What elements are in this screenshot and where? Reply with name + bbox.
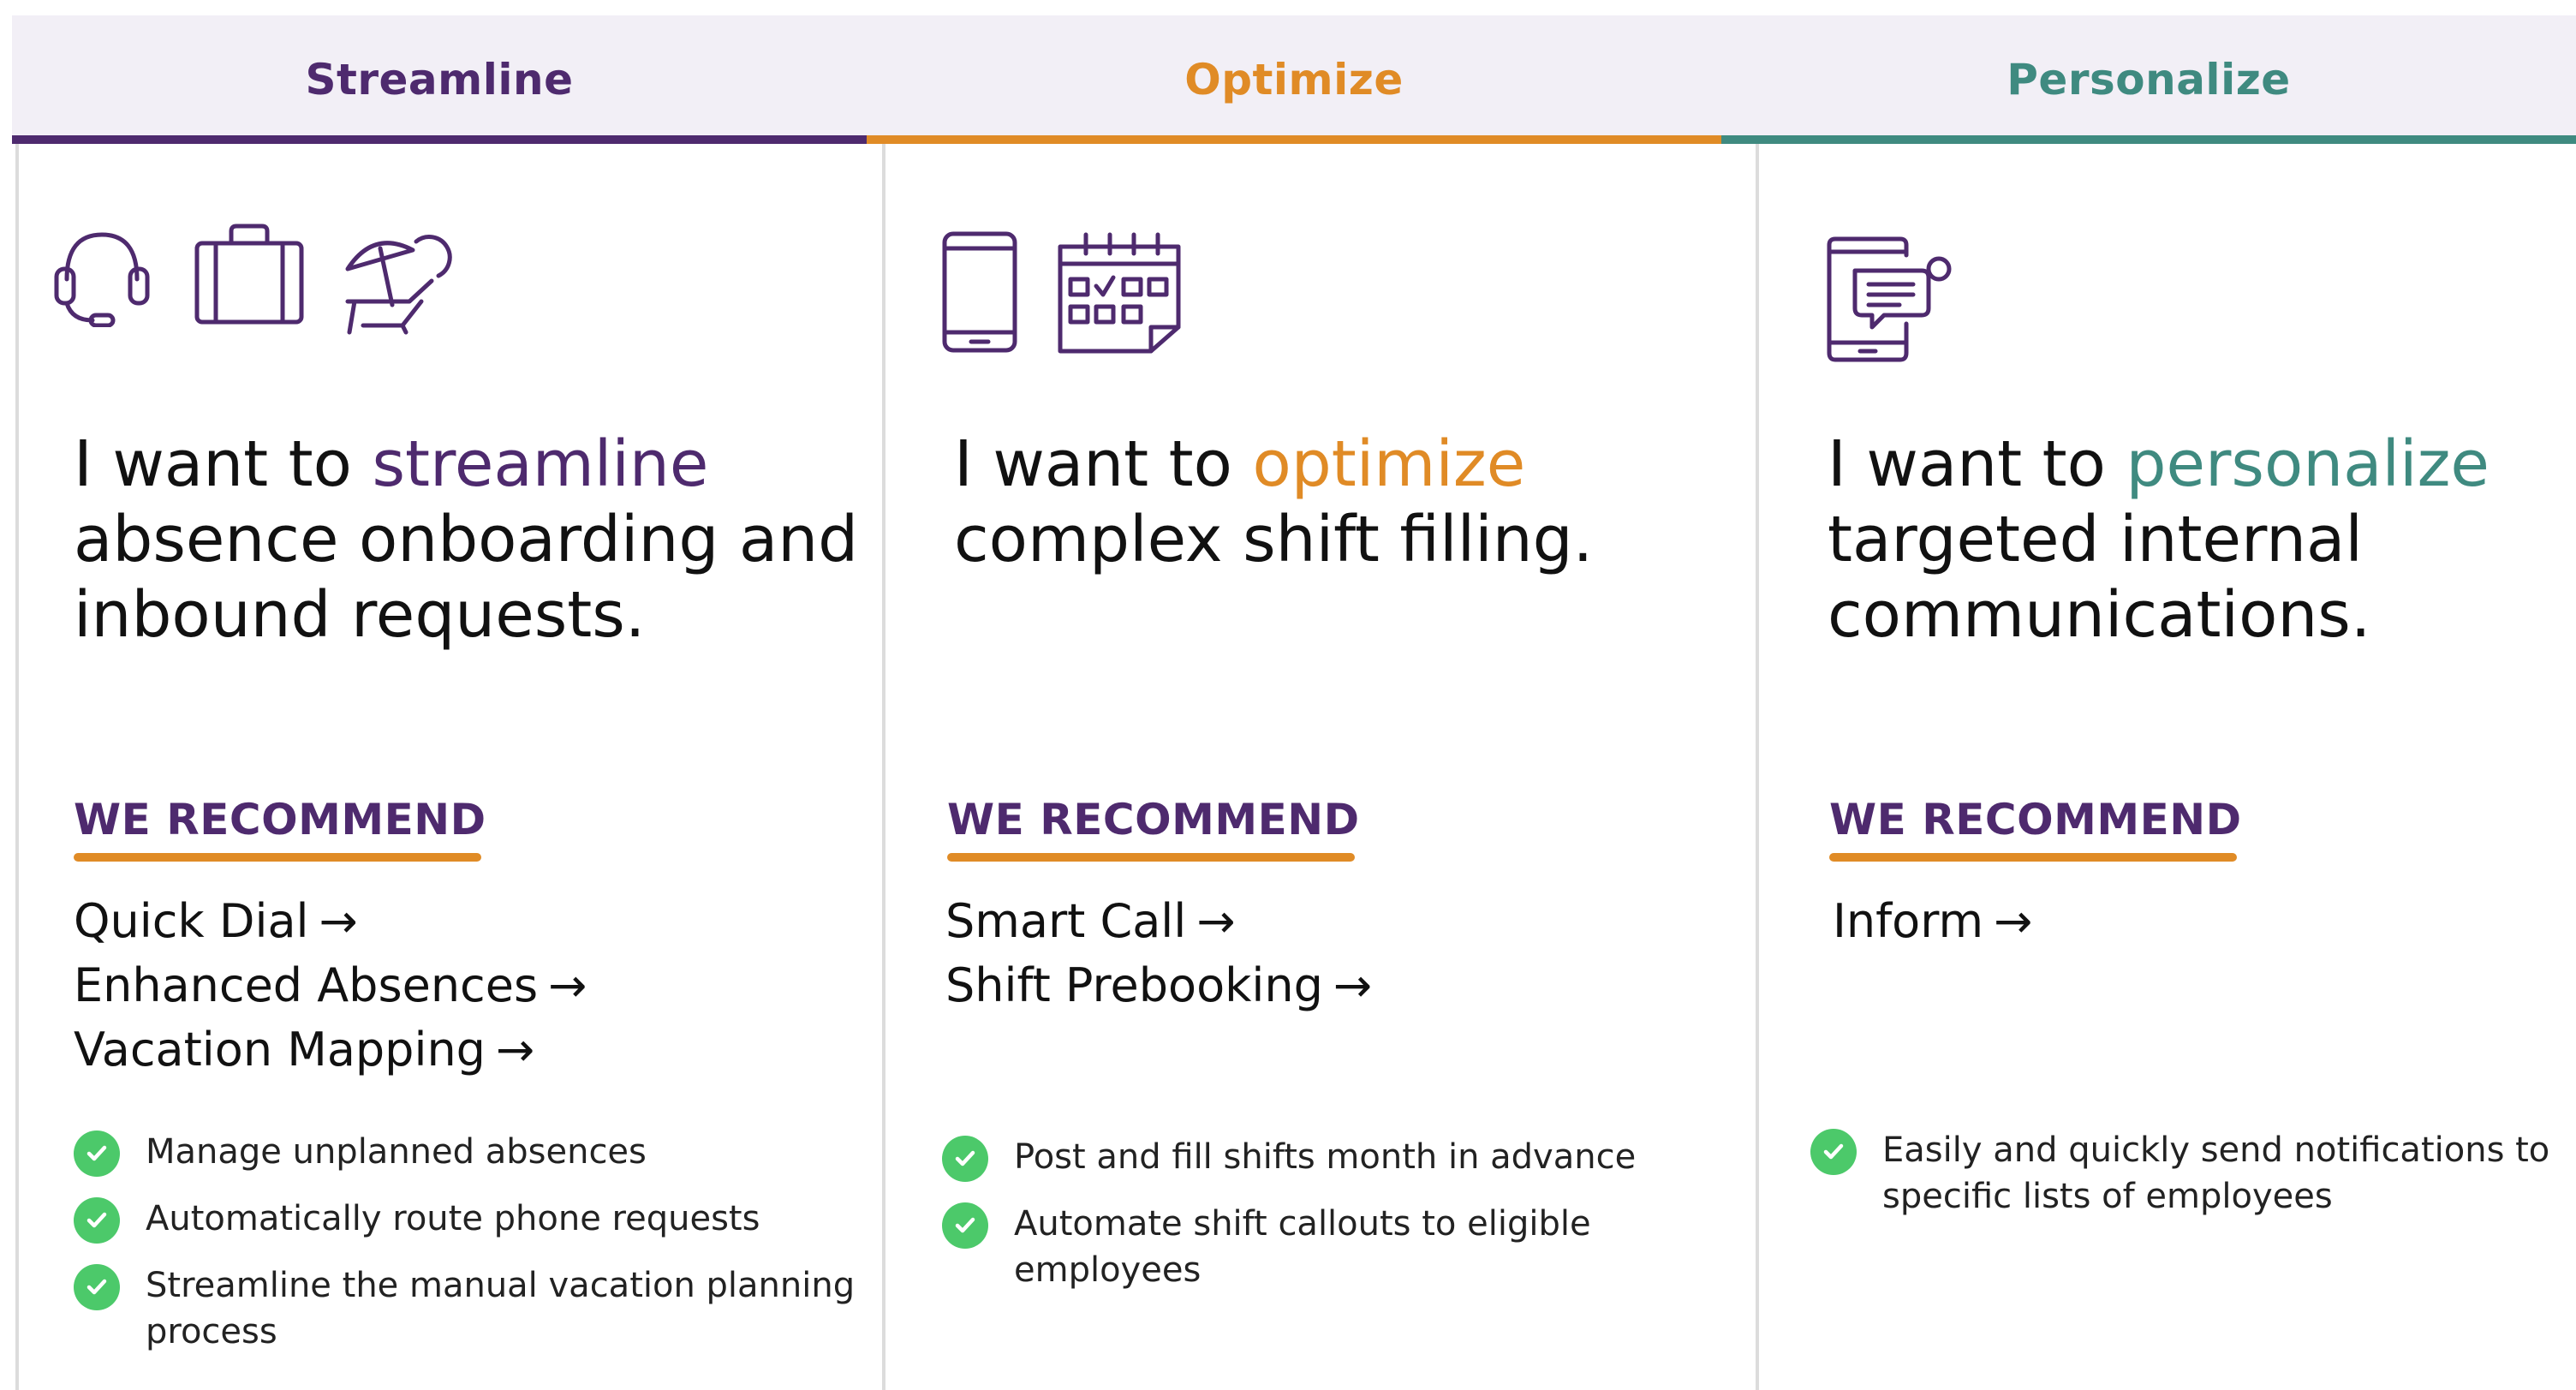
arrow-right-icon: →: [319, 894, 358, 948]
recommend-underline: [1829, 853, 2237, 862]
headline-rest: targeted internal communications.: [1828, 503, 2371, 652]
recommend-links: Inform →: [1833, 889, 2032, 953]
recommend-underline: [947, 853, 1355, 862]
feature-item: Automatically route phone requests: [74, 1196, 879, 1244]
headline-rest: absence onboarding and inbound requests.: [74, 503, 859, 652]
tab-streamline[interactable]: Streamline: [12, 15, 867, 144]
tab-personalize[interactable]: Personalize: [1721, 15, 2576, 144]
headline-prefix: I want to: [954, 427, 1253, 501]
personalize-icons: [1824, 235, 1953, 365]
feature-list: Easily and quickly send notifications to…: [1810, 1127, 2555, 1238]
tab-label: Personalize: [2007, 55, 2291, 104]
feature-text: Automate shift callouts to eligible empl…: [1014, 1204, 1591, 1290]
tab-underline: [867, 135, 1721, 144]
feature-item: Manage unplanned absences: [74, 1129, 879, 1177]
smartphone-icon: [942, 231, 1017, 353]
arrow-right-icon: →: [1994, 894, 2033, 948]
feature-text: Streamline the manual vacation planning …: [146, 1266, 856, 1351]
tablet-message-icon: [1827, 236, 1952, 362]
check-circle-icon: [1810, 1129, 1857, 1175]
headset-icon: [54, 232, 150, 327]
we-recommend-heading: WE RECOMMEND: [74, 795, 486, 862]
recommend-links: Quick Dial → Enhanced Absences → Vacation …: [74, 889, 587, 1082]
link-label: Smart Call: [945, 894, 1187, 948]
smart-call-link[interactable]: Smart Call →: [945, 889, 1372, 953]
recommend-label: WE RECOMMEND: [1829, 795, 2242, 844]
feature-text: Manage unplanned absences: [146, 1132, 647, 1172]
link-label: Inform: [1833, 894, 1984, 948]
feature-text: Automatically route phone requests: [146, 1199, 760, 1238]
optimize-panel: I want to optimize complex shift filling…: [886, 144, 1756, 1390]
streamline-panel: I want to streamline absence onboarding …: [19, 144, 882, 1390]
recommend-label: WE RECOMMEND: [74, 795, 486, 844]
optimize-icons: [940, 230, 1184, 355]
headline-prefix: I want to: [1828, 427, 2126, 501]
recommend-underline: [74, 853, 481, 862]
tab-underline: [12, 135, 867, 144]
streamline-icons: [48, 219, 462, 339]
enhanced-absences-link[interactable]: Enhanced Absences →: [74, 953, 587, 1017]
link-label: Vacation Mapping: [74, 1023, 486, 1077]
feature-text: Post and fill shifts month in advance: [1014, 1137, 1637, 1177]
check-circle-icon: [74, 1264, 120, 1310]
check-circle-icon: [74, 1130, 120, 1177]
tab-underline: [1721, 135, 2576, 144]
tab-optimize[interactable]: Optimize: [867, 15, 1721, 144]
link-label: Quick Dial: [74, 894, 309, 948]
we-recommend-heading: WE RECOMMEND: [947, 795, 1360, 862]
arrow-right-icon: →: [1196, 894, 1236, 948]
vacation-mapping-link[interactable]: Vacation Mapping →: [74, 1017, 587, 1082]
calendar-check-icon: [1058, 232, 1181, 354]
check-circle-icon: [74, 1197, 120, 1244]
feature-list: Manage unplanned absences Automatically …: [74, 1129, 879, 1374]
arrow-right-icon: →: [495, 1023, 535, 1077]
headline-prefix: I want to: [74, 427, 373, 501]
check-circle-icon: [942, 1202, 988, 1249]
briefcase-icon: [194, 224, 304, 325]
check-circle-icon: [942, 1136, 988, 1182]
shift-prebooking-link[interactable]: Shift Prebooking →: [945, 953, 1372, 1017]
recommend-label: WE RECOMMEND: [947, 795, 1360, 844]
headline-accent: streamline: [372, 427, 709, 501]
headline-accent: optimize: [1252, 427, 1526, 501]
beach-chair-icon: [345, 235, 452, 335]
feature-list: Post and fill shifts month in advance Au…: [942, 1134, 1738, 1312]
feature-item: Streamline the manual vacation planning …: [74, 1262, 879, 1355]
recommend-links: Smart Call → Shift Prebooking →: [945, 889, 1372, 1017]
arrow-right-icon: →: [548, 958, 587, 1012]
link-label: Shift Prebooking: [945, 958, 1323, 1012]
feature-item: Automate shift callouts to eligible empl…: [942, 1201, 1738, 1293]
tab-label: Streamline: [305, 55, 574, 104]
inform-link[interactable]: Inform →: [1833, 889, 2032, 953]
feature-item: Post and fill shifts month in advance: [942, 1134, 1738, 1182]
link-label: Enhanced Absences: [74, 958, 539, 1012]
personalize-panel: I want to personalize targeted internal …: [1759, 144, 2576, 1390]
tab-label: Optimize: [1184, 55, 1404, 104]
quick-dial-link[interactable]: Quick Dial →: [74, 889, 587, 953]
feature-text: Easily and quickly send notifications to…: [1882, 1130, 2550, 1216]
optimize-headline: I want to optimize complex shift filling…: [954, 427, 1742, 577]
we-recommend-heading: WE RECOMMEND: [1829, 795, 2242, 862]
arrow-right-icon: →: [1333, 958, 1373, 1012]
feature-item: Easily and quickly send notifications to…: [1810, 1127, 2555, 1220]
streamline-headline: I want to streamline absence onboarding …: [74, 427, 862, 653]
headline-accent: personalize: [2126, 427, 2490, 501]
tab-bar: Streamline Optimize Personalize: [12, 15, 2576, 144]
headline-rest: complex shift filling.: [954, 503, 1594, 576]
personalize-headline: I want to personalize targeted internal …: [1828, 427, 2564, 653]
